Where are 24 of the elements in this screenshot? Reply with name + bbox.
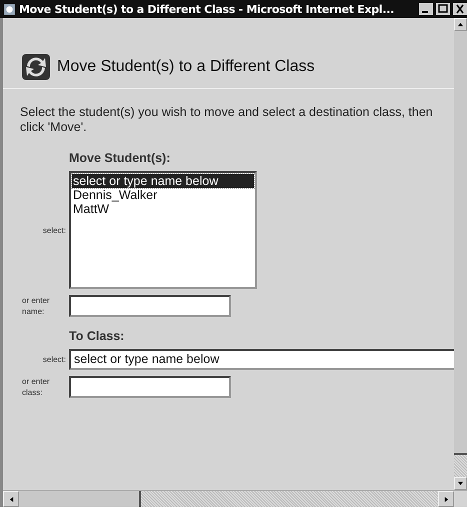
horizontal-scrollbar[interactable] <box>3 490 467 507</box>
section-heading: To Class: <box>69 329 124 343</box>
maximize-icon[interactable] <box>436 3 450 15</box>
name-input[interactable] <box>69 295 231 317</box>
close-icon[interactable] <box>453 3 467 15</box>
logo-icon <box>21 52 51 82</box>
field-label: or enter name: <box>22 295 51 317</box>
scrollbar-corner <box>454 491 467 507</box>
list-option[interactable]: select or type name below <box>72 174 254 188</box>
field-label: select: <box>42 224 66 236</box>
browser-icon <box>3 2 16 16</box>
list-option[interactable]: MattW <box>72 202 254 216</box>
class-dropdown[interactable]: select or type name below <box>69 349 454 370</box>
instructions-text: Select the student(s) you wish to move and select a destination class, then click 'Move'. <box>20 105 434 135</box>
section-heading: Move Student(s): <box>69 151 170 165</box>
field-label: or enter class: <box>22 376 51 398</box>
window-title: Move Student(s) to a Different Class - Microsoft Internet Expl... <box>19 2 395 16</box>
page-heading: Move Student(s) to a Different Class <box>57 58 315 76</box>
student-listbox[interactable]: select or type name below Dennis_Walker MattW <box>69 171 257 289</box>
list-option[interactable]: Dennis_Walker <box>72 188 254 202</box>
scroll-thumb[interactable] <box>19 491 141 507</box>
class-input[interactable] <box>69 376 231 398</box>
minimize-icon[interactable] <box>419 3 433 15</box>
field-label: select: <box>42 354 66 365</box>
